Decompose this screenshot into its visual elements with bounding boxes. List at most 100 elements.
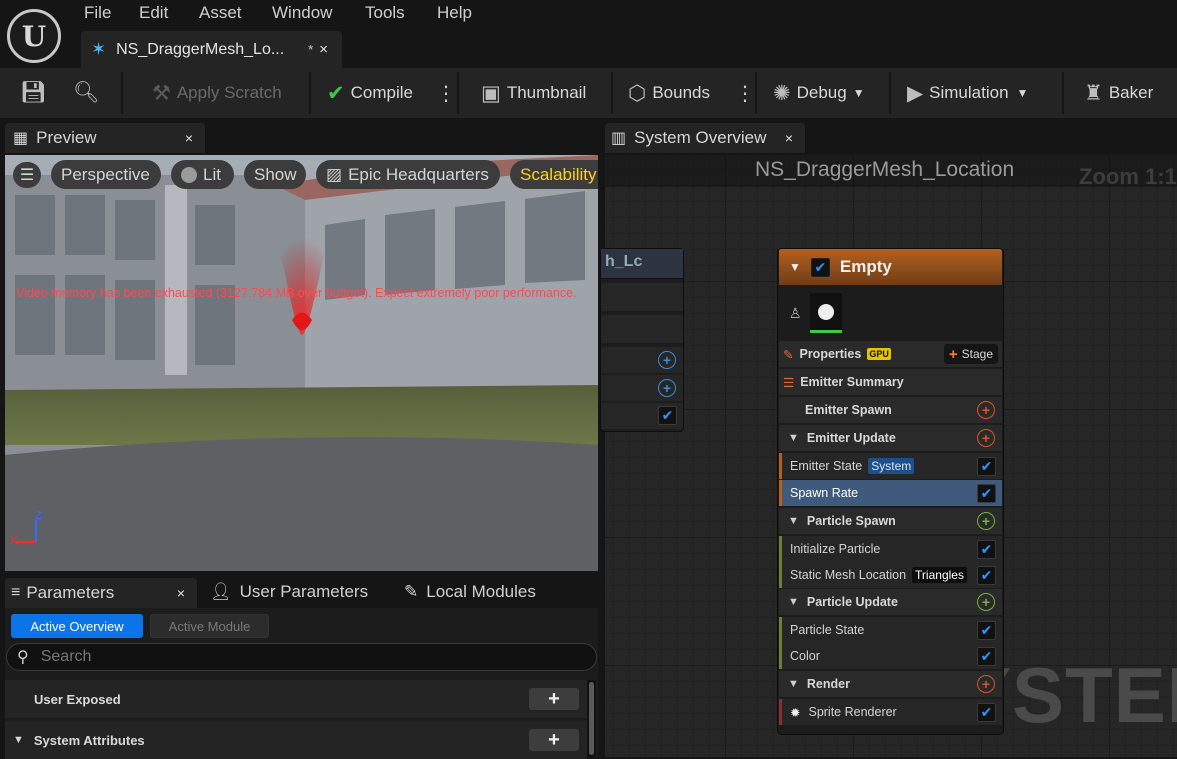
add-system-attribute-button[interactable]: + [529, 729, 579, 751]
add-emitter-update-icon[interactable]: + [977, 429, 995, 447]
compile-options-icon[interactable]: ⋮ [436, 68, 456, 118]
expand-triangle-icon[interactable]: ▼ [788, 432, 799, 444]
bounds-button[interactable]: ⬡ Bounds [628, 68, 710, 118]
search-input[interactable]: ⚲ Search [6, 643, 597, 671]
system-node-row[interactable]: ✔ [601, 403, 683, 429]
bounds-options-icon[interactable]: ⋮ [735, 68, 755, 118]
system-attributes-row[interactable]: ▼ System Attributes + [5, 721, 587, 759]
tab-user-parameters[interactable]: 👤︎ User Parameters [210, 582, 368, 602]
add-user-exposed-button[interactable]: + [529, 688, 579, 710]
browse-button[interactable]: 🔍︎ [73, 68, 106, 118]
debug-button[interactable]: ✺ Debug ▼ [773, 68, 865, 118]
emitter-header[interactable]: ▼ ✔ Empty [779, 249, 1002, 285]
add-particle-spawn-icon[interactable]: + [977, 512, 995, 530]
emitter-summary-row[interactable]: ☰ Emitter Summary [779, 369, 1002, 395]
show-button[interactable]: Show [244, 160, 306, 189]
emitter-state-module[interactable]: Emitter State System ✔ [779, 453, 1002, 479]
plus-icon: + [948, 345, 958, 363]
particle-spawn-row[interactable]: ▼ Particle Spawn + [779, 508, 1002, 534]
system-node-row [601, 283, 683, 311]
perspective-button[interactable]: Perspective [51, 160, 161, 189]
collapse-triangle-icon[interactable]: ▼ [789, 260, 801, 274]
static-mesh-location-module[interactable]: Static Mesh Location Triangles ✔ [779, 562, 1002, 588]
user-exposed-row[interactable]: User Exposed + [5, 680, 587, 718]
color-module[interactable]: Color ✔ [779, 643, 1002, 669]
viewport-menu-icon[interactable]: ☰ [13, 162, 41, 188]
unreal-logo[interactable]: U [7, 9, 61, 63]
menu-asset[interactable]: Asset [199, 3, 242, 23]
tab-local-modules[interactable]: ✎ Local Modules [404, 582, 536, 602]
expand-triangle-icon[interactable]: ▼ [788, 596, 799, 608]
scrollbar-track[interactable] [587, 680, 596, 757]
emitter-thumbnail[interactable] [809, 293, 842, 333]
gpu-badge: GPU [867, 348, 891, 360]
search-icon: ⚲ [17, 649, 29, 666]
add-emitter-spawn-icon[interactable]: + [977, 401, 995, 419]
add-particle-update-icon[interactable]: + [977, 593, 995, 611]
preview-viewport[interactable] [5, 155, 598, 571]
thumbnail-label: Thumbnail [506, 83, 587, 102]
parameters-tab-label: Parameters [26, 583, 115, 602]
system-node[interactable]: h_Lc + + ✔ [600, 248, 684, 432]
expand-triangle-icon[interactable]: ▼ [788, 515, 799, 527]
emitter-enabled-checkbox[interactable]: ✔ [810, 257, 830, 277]
document-tab[interactable]: ✶ NS_DraggerMesh_Lo... * × [81, 31, 342, 68]
emitter-update-row[interactable]: ▼ Emitter Update + [779, 425, 1002, 451]
properties-row[interactable]: ✎ Properties GPU + Stage [779, 341, 1002, 367]
compile-button[interactable]: ✔ Compile [327, 68, 413, 118]
expand-triangle-icon[interactable]: ▼ [788, 678, 799, 690]
active-module-button[interactable]: Active Module [150, 614, 269, 638]
baker-button[interactable]: ♜ Baker [1084, 68, 1153, 118]
color-checkbox[interactable]: ✔ [977, 646, 996, 666]
menu-help[interactable]: Help [437, 3, 472, 23]
system-node-row[interactable]: + [601, 375, 683, 401]
add-renderer-icon[interactable]: + [977, 675, 995, 693]
spawn-rate-checkbox[interactable]: ✔ [977, 483, 996, 503]
environment-button[interactable]: ▨ Epic Headquarters [316, 160, 500, 189]
lit-button[interactable]: Lit [171, 160, 234, 189]
initialize-particle-label: Initialize Particle [790, 542, 881, 556]
static-mesh-location-checkbox[interactable]: ✔ [977, 565, 996, 585]
menu-file[interactable]: File [84, 3, 111, 23]
initialize-particle-module[interactable]: Initialize Particle ✔ [779, 536, 1002, 562]
emitter-spawn-label: Emitter Spawn [805, 403, 892, 417]
add-icon[interactable]: + [658, 379, 676, 397]
close-tab-icon[interactable]: × [319, 41, 328, 58]
menu-edit[interactable]: Edit [139, 3, 168, 23]
particle-state-module[interactable]: Particle State ✔ [779, 617, 1002, 643]
tab-system-overview[interactable]: ▥ System Overview × [605, 123, 805, 153]
scrollbar-thumb[interactable] [589, 682, 594, 755]
emitter-spawn-row[interactable]: Emitter Spawn + [779, 397, 1002, 423]
add-stage-button[interactable]: + Stage [943, 344, 998, 364]
close-preview-icon[interactable]: × [185, 130, 193, 146]
spawn-rate-module[interactable]: Spawn Rate ✔ [779, 480, 1002, 506]
graph-title: NS_DraggerMesh_Location [755, 158, 1015, 181]
close-parameters-icon[interactable]: × [177, 585, 185, 601]
menu-window[interactable]: Window [272, 3, 332, 23]
save-button[interactable]: 💾︎ [20, 68, 53, 118]
render-row[interactable]: ▼ Render + [779, 671, 1002, 697]
close-overview-icon[interactable]: × [785, 130, 793, 146]
expand-triangle-icon[interactable]: ▼ [13, 734, 24, 746]
system-node-row[interactable]: + [601, 347, 683, 373]
preview-tab[interactable]: ▦ Preview × [5, 123, 205, 153]
pin-icon[interactable]: ♙ [789, 305, 802, 322]
sprite-renderer-checkbox[interactable]: ✔ [977, 702, 996, 722]
emitter-state-checkbox[interactable]: ✔ [977, 456, 996, 476]
scalability-button[interactable]: Scalability [510, 160, 598, 189]
simulation-button[interactable]: ▶ Simulation ▼ [907, 68, 1028, 118]
active-overview-button[interactable]: Active Overview [11, 614, 143, 638]
add-icon[interactable]: + [658, 351, 676, 369]
particle-update-row[interactable]: ▼ Particle Update + [779, 589, 1002, 615]
emitter-node[interactable]: ▼ ✔ Empty ♙ ✎ Properties GPU + Stage ☰ Emi… [777, 248, 1004, 735]
enabled-checkbox[interactable]: ✔ [658, 406, 677, 425]
menu-tools[interactable]: Tools [365, 3, 405, 23]
apply-scratch-button[interactable]: ⚒ Apply Scratch [152, 68, 282, 118]
tab-parameters[interactable]: ≡ Parameters × [5, 578, 197, 608]
sprite-renderer-label: Sprite Renderer [808, 705, 897, 719]
thumbnail-button[interactable]: ▣ Thumbnail [481, 68, 586, 118]
sprite-renderer-module[interactable]: ✹ Sprite Renderer ✔ [779, 699, 1002, 725]
zoom-indicator: Zoom 1:1 [1079, 164, 1177, 189]
particle-state-checkbox[interactable]: ✔ [977, 620, 996, 640]
initialize-particle-checkbox[interactable]: ✔ [977, 539, 996, 559]
